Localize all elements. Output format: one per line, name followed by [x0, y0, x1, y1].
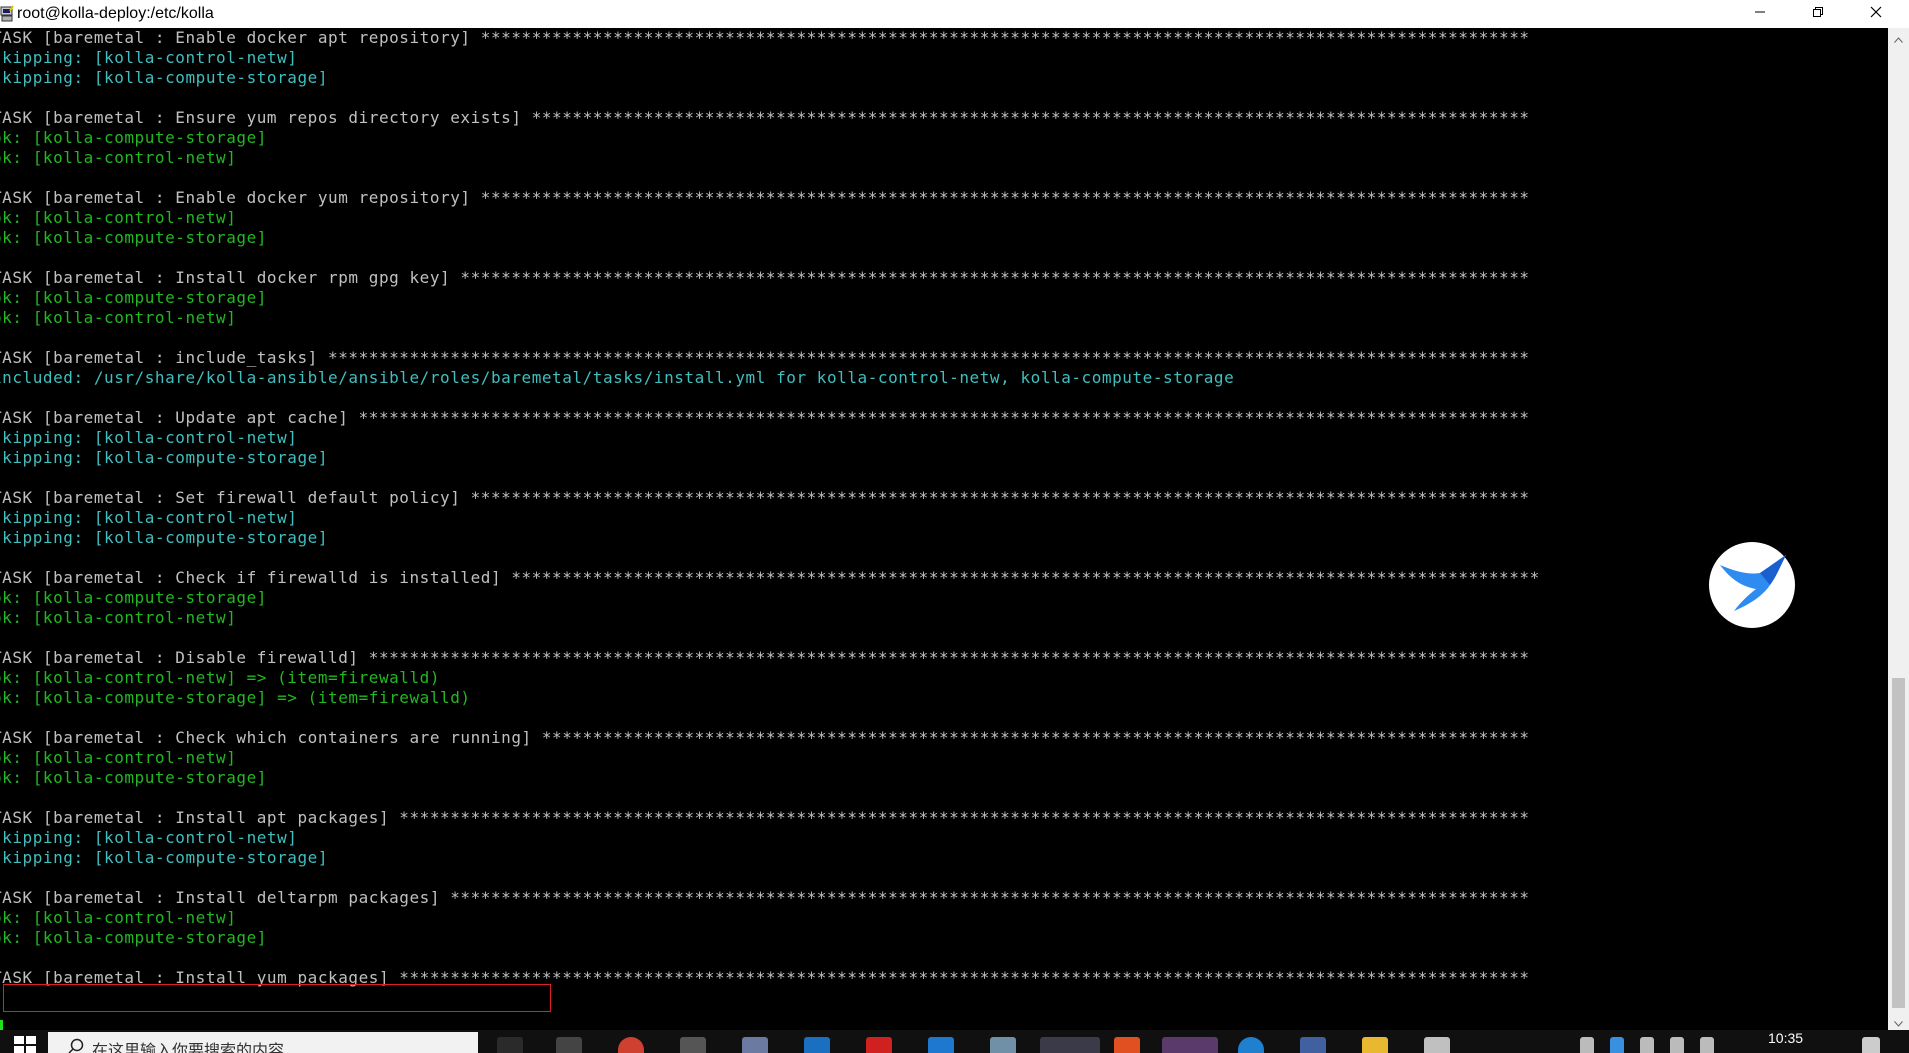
maximize-icon: [1812, 5, 1824, 23]
task-header-line: TASK [baremetal : Update apt cache] ****…: [0, 408, 1530, 427]
skipping-line: skipping: [kolla-control-netw]: [0, 48, 298, 67]
skipping-line: skipping: [kolla-compute-storage]: [0, 448, 329, 467]
window-titlebar: root@kolla-deploy:/etc/kolla: [0, 0, 1909, 28]
ok-line: ok: [kolla-control-netw]: [0, 308, 237, 327]
task-header-line: TASK [baremetal : Set firewall default p…: [0, 488, 1530, 507]
ok-line: ok: [kolla-control-netw]: [0, 148, 237, 167]
notification-icon[interactable]: [1862, 1037, 1880, 1053]
ok-line: ok: [kolla-control-netw]: [0, 208, 237, 227]
minimize-button[interactable]: [1731, 0, 1789, 28]
ok-line: ok: [kolla-compute-storage]: [0, 228, 267, 247]
ok-line: ok: [kolla-control-netw]: [0, 608, 237, 627]
scroll-up-arrow[interactable]: [1888, 28, 1909, 46]
red-app-icon[interactable]: [866, 1037, 892, 1053]
skipping-line: skipping: [kolla-control-netw]: [0, 828, 298, 847]
editor-icon[interactable]: [1424, 1037, 1450, 1053]
window-title: root@kolla-deploy:/etc/kolla: [17, 5, 214, 22]
close-button[interactable]: [1847, 0, 1905, 28]
purple-app-icon[interactable]: [1162, 1037, 1218, 1053]
terminal-cursor: [0, 1020, 3, 1030]
notepad-icon[interactable]: [990, 1037, 1016, 1053]
network-app-icon[interactable]: [1300, 1037, 1326, 1053]
terminal-lines: TASK [baremetal : Enable docker apt repo…: [0, 28, 1540, 988]
skipping-line: skipping: [kolla-compute-storage]: [0, 68, 329, 87]
ok-line: ok: [kolla-compute-storage]: [0, 588, 267, 607]
ok-line: ok: [kolla-control-netw]: [0, 748, 237, 767]
skipping-line: skipping: [kolla-compute-storage]: [0, 848, 329, 867]
scroll-thumb[interactable]: [1892, 678, 1905, 1008]
task-header-line: TASK [baremetal : Ensure yum repos direc…: [0, 108, 1530, 127]
putty-taskbar-icon[interactable]: [1040, 1037, 1100, 1053]
restore-button[interactable]: [1789, 0, 1847, 28]
taskbar-clock[interactable]: 10:35: [1768, 1030, 1803, 1046]
blue-circle-app-icon[interactable]: [1238, 1037, 1264, 1053]
folder-icon[interactable]: [1362, 1037, 1388, 1053]
bird-float-icon: [1714, 551, 1790, 619]
chrome-icon[interactable]: [618, 1037, 644, 1053]
included-line: included: /usr/share/kolla-ansible/ansib…: [0, 368, 1235, 387]
terminal-app-icon[interactable]: [680, 1037, 706, 1053]
ok-line: ok: [kolla-compute-storage]: [0, 768, 267, 787]
tray-icon-4[interactable]: [1670, 1037, 1684, 1053]
highlight-annotation-box: [3, 984, 551, 1012]
taskbar-app-icon[interactable]: [556, 1037, 582, 1053]
task-header-line: TASK [baremetal : Check if firewalld is …: [0, 568, 1540, 587]
task-header-line: TASK [baremetal : Enable docker apt repo…: [0, 28, 1530, 47]
terminal-output[interactable]: TASK [baremetal : Enable docker apt repo…: [0, 28, 1888, 1030]
close-icon: [1870, 5, 1882, 23]
minimize-icon: [1754, 5, 1766, 23]
ok-line: ok: [kolla-control-netw] => (item=firewa…: [0, 668, 441, 687]
task-header-line: TASK [baremetal : Install apt packages] …: [0, 808, 1530, 827]
ok-line: ok: [kolla-compute-storage] => (item=fir…: [0, 688, 471, 707]
tray-icon-5[interactable]: [1700, 1037, 1714, 1053]
task-header-line: TASK [baremetal : Enable docker yum repo…: [0, 188, 1530, 207]
ok-line: ok: [kolla-compute-storage]: [0, 128, 267, 147]
floating-assistant-button[interactable]: [1709, 542, 1795, 628]
task-header-line: TASK [baremetal : Disable firewalld] ***…: [0, 648, 1530, 667]
taskbar-search-box[interactable]: 在这里输入你要搜索的内容: [48, 1032, 478, 1053]
orange-app-icon[interactable]: [1114, 1037, 1140, 1053]
skipping-line: skipping: [kolla-compute-storage]: [0, 528, 329, 547]
task-header-line: TASK [baremetal : Check which containers…: [0, 728, 1530, 747]
vertical-scrollbar[interactable]: [1888, 28, 1909, 1030]
putty-icon[interactable]: [0, 5, 14, 23]
task-header-line: TASK [baremetal : include_tasks] *******…: [0, 348, 1530, 367]
task-header-line: TASK [baremetal : Install docker rpm gpg…: [0, 268, 1530, 287]
edge-icon[interactable]: [928, 1037, 954, 1053]
virtualbox-icon[interactable]: [742, 1037, 768, 1053]
chevron-up-icon: [1894, 28, 1903, 47]
ok-line: ok: [kolla-compute-storage]: [0, 928, 267, 947]
skipping-line: skipping: [kolla-control-netw]: [0, 428, 298, 447]
skipping-line: skipping: [kolla-control-netw]: [0, 508, 298, 527]
tray-icon-1[interactable]: [1580, 1037, 1594, 1053]
windows-start-icon[interactable]: [14, 1036, 36, 1053]
ok-line: ok: [kolla-control-netw]: [0, 908, 237, 927]
scroll-down-arrow[interactable]: [1888, 1012, 1909, 1030]
ok-line: ok: [kolla-compute-storage]: [0, 288, 267, 307]
search-placeholder: 在这里输入你要搜索的内容: [92, 1043, 285, 1053]
chevron-down-icon: [1894, 1012, 1903, 1031]
tray-icon-3[interactable]: [1640, 1037, 1654, 1053]
task-header-line: TASK [baremetal : Install deltarpm packa…: [0, 888, 1530, 907]
task-view-icon[interactable]: [497, 1037, 523, 1053]
windows-taskbar: 在这里输入你要搜索的内容 10:35: [0, 1030, 1909, 1053]
tray-icon-2[interactable]: [1610, 1037, 1624, 1053]
outlook-icon[interactable]: [804, 1037, 830, 1053]
search-icon: [68, 1038, 84, 1053]
